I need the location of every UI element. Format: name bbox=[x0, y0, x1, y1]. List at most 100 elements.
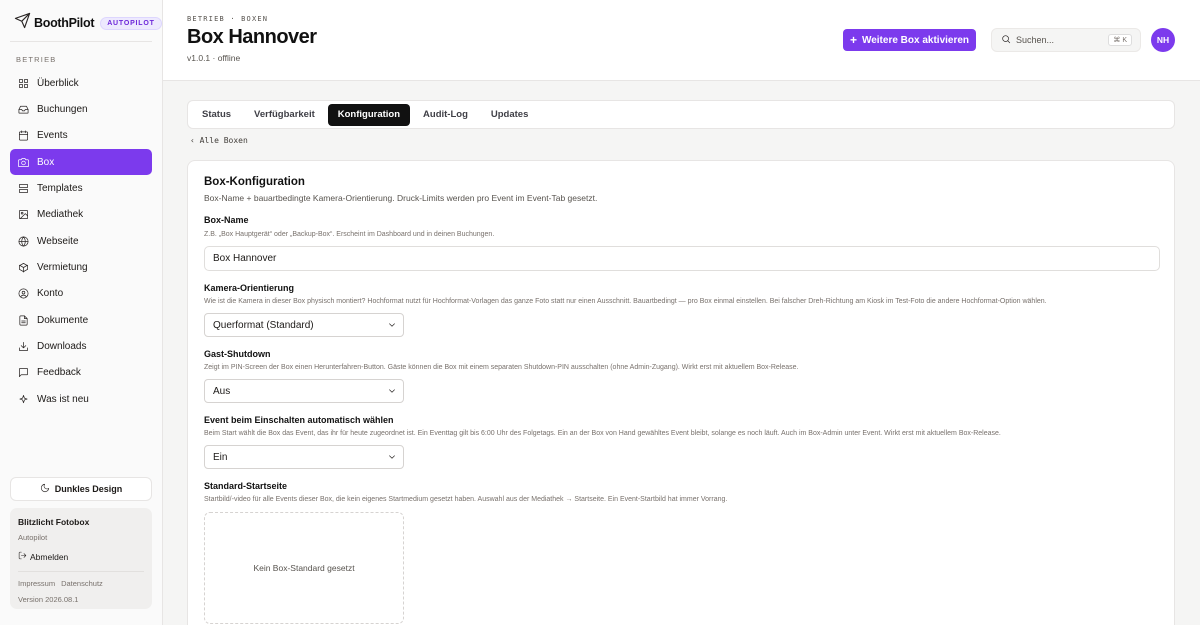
tab-updates[interactable]: Updates bbox=[481, 104, 538, 126]
box-config-card: Box-Konfiguration Box-Name + bauartbedin… bbox=[187, 160, 1175, 625]
logout-label: Abmelden bbox=[30, 551, 69, 562]
search-icon bbox=[1001, 31, 1016, 49]
sidebar-item-events[interactable]: Events bbox=[10, 123, 152, 149]
auto-event-label: Event beim Einschalten automatisch wähle… bbox=[204, 415, 394, 425]
orientation-help: Wie ist die Kamera in dieser Box physisc… bbox=[204, 298, 1047, 305]
card-title: Box-Konfiguration bbox=[204, 176, 305, 188]
start-page-help: Startbild/-video für alle Events dieser … bbox=[204, 496, 728, 503]
box-name-field[interactable] bbox=[204, 246, 1160, 271]
activate-box-label: Weitere Box aktivieren bbox=[861, 34, 970, 46]
sidebar-item-feedback[interactable]: Feedback bbox=[10, 360, 152, 386]
account-card: Blitzlicht Fotobox Autopilot Abmelden Im… bbox=[10, 508, 152, 609]
sidebar-section-label: BETRIEB bbox=[16, 55, 57, 64]
auto-event-select[interactable]: Ein bbox=[204, 445, 404, 469]
message-icon bbox=[18, 367, 29, 378]
shutdown-value: Aus bbox=[213, 385, 231, 397]
tab-audit-log[interactable]: Audit-Log bbox=[413, 104, 478, 126]
search-input[interactable] bbox=[1016, 35, 1106, 45]
brand-name: BoothPilot bbox=[34, 16, 95, 30]
orientation-select[interactable]: Querformat (Standard) bbox=[204, 313, 404, 337]
sidebar-item-label: Webseite bbox=[37, 235, 79, 247]
chevron-down-icon bbox=[387, 452, 397, 462]
moon-icon bbox=[40, 483, 55, 495]
version-label: Version 2026.08.1 bbox=[18, 595, 79, 604]
grid-icon bbox=[18, 78, 29, 89]
page-header: BETRIEB · BOXEN Box Hannover v1.0.1 · of… bbox=[163, 0, 1200, 81]
package-icon bbox=[18, 262, 29, 273]
sidebar-item-label: Events bbox=[37, 130, 68, 142]
page-title: Box Hannover bbox=[187, 26, 317, 48]
plan-badge: AUTOPILOT bbox=[100, 16, 162, 30]
dark-mode-label: Dunkles Design bbox=[54, 484, 123, 494]
user-circle-icon bbox=[18, 288, 29, 299]
inbox-icon bbox=[18, 104, 29, 115]
calendar-icon bbox=[18, 130, 29, 141]
sidebar-item-label: Buchungen bbox=[37, 103, 88, 115]
auto-event-help: Beim Start wählt die Box das Event, das … bbox=[204, 430, 1001, 437]
logout-icon bbox=[18, 551, 30, 562]
sidebar-item-downloads[interactable]: Downloads bbox=[10, 333, 152, 359]
sidebar-item-label: Templates bbox=[37, 182, 83, 194]
tab-status[interactable]: Status bbox=[192, 104, 241, 126]
card-description: Box-Name + bauartbedingte Kamera-Orienti… bbox=[204, 193, 598, 203]
logout-button[interactable]: Abmelden bbox=[18, 551, 144, 562]
auto-event-value: Ein bbox=[213, 451, 228, 463]
chevron-down-icon bbox=[387, 320, 397, 330]
sidebar: BoothPilot AUTOPILOT BETRIEB Überblick B… bbox=[0, 0, 163, 625]
sidebar-item-label: Box bbox=[37, 156, 55, 168]
tab-konfiguration[interactable]: Konfiguration bbox=[327, 103, 411, 126]
page-subtitle: v1.0.1 · offline bbox=[187, 53, 241, 63]
shutdown-label: Gast-Shutdown bbox=[204, 349, 271, 359]
sidebar-item-ueberblick[interactable]: Überblick bbox=[10, 70, 152, 96]
start-media-dropzone[interactable]: Kein Box-Standard gesetzt bbox=[204, 512, 404, 624]
chevron-down-icon bbox=[387, 386, 397, 396]
back-to-boxes-link[interactable]: ‹ Alle Boxen bbox=[190, 136, 248, 145]
file-icon bbox=[18, 315, 29, 326]
layout-icon bbox=[18, 183, 29, 194]
impressum-link[interactable]: Impressum bbox=[18, 579, 55, 588]
brand-logo[interactable]: BoothPilot AUTOPILOT bbox=[14, 12, 162, 32]
avatar[interactable]: NH bbox=[1151, 28, 1175, 52]
sidebar-item-label: Downloads bbox=[37, 340, 87, 352]
start-media-empty-text: Kein Box-Standard gesetzt bbox=[253, 563, 355, 573]
sidebar-nav: Überblick Buchungen Events Box Templates… bbox=[10, 70, 152, 412]
sidebar-item-vermietung[interactable]: Vermietung bbox=[10, 254, 152, 280]
globe-icon bbox=[18, 236, 29, 247]
sidebar-item-label: Konto bbox=[37, 288, 64, 300]
activate-box-button[interactable]: + Weitere Box aktivieren bbox=[843, 29, 976, 51]
camera-icon bbox=[18, 157, 29, 168]
breadcrumb: BETRIEB · BOXEN bbox=[187, 15, 269, 23]
sidebar-item-label: Überblick bbox=[37, 77, 79, 89]
sidebar-item-label: Dokumente bbox=[37, 314, 89, 326]
sidebar-item-label: Vermietung bbox=[37, 261, 88, 273]
image-icon bbox=[18, 209, 29, 220]
sidebar-item-was-ist-neu[interactable]: Was ist neu bbox=[10, 386, 152, 412]
account-plan: Autopilot bbox=[18, 533, 48, 542]
sidebar-item-label: Mediathek bbox=[37, 209, 84, 221]
sidebar-item-konto[interactable]: Konto bbox=[10, 281, 152, 307]
orientation-label: Kamera-Orientierung bbox=[204, 283, 295, 293]
orientation-value: Querformat (Standard) bbox=[213, 319, 314, 331]
sidebar-item-buchungen[interactable]: Buchungen bbox=[10, 96, 152, 122]
plus-icon: + bbox=[849, 33, 857, 47]
sidebar-item-dokumente[interactable]: Dokumente bbox=[10, 307, 152, 333]
sidebar-item-templates[interactable]: Templates bbox=[10, 175, 152, 201]
account-divider bbox=[18, 571, 144, 572]
shutdown-select[interactable]: Aus bbox=[204, 379, 404, 403]
shutdown-help: Zeigt im PIN-Screen der Box einen Herunt… bbox=[204, 364, 799, 371]
sidebar-item-webseite[interactable]: Webseite bbox=[10, 228, 152, 254]
dark-mode-toggle[interactable]: Dunkles Design bbox=[10, 477, 152, 501]
search-box[interactable]: ⌘ K bbox=[991, 28, 1141, 52]
datenschutz-link[interactable]: Datenschutz bbox=[61, 579, 103, 588]
sidebar-divider bbox=[10, 41, 152, 42]
sidebar-item-mediathek[interactable]: Mediathek bbox=[10, 202, 152, 228]
sidebar-item-box[interactable]: Box bbox=[10, 149, 152, 176]
start-page-label: Standard-Startseite bbox=[204, 481, 288, 491]
box-name-label: Box-Name bbox=[204, 215, 249, 225]
account-name: Blitzlicht Fotobox bbox=[18, 517, 90, 527]
sparkle-icon bbox=[18, 394, 29, 405]
sidebar-item-label: Feedback bbox=[37, 367, 81, 379]
tab-bar: Status Verfügbarkeit Konfiguration Audit… bbox=[187, 100, 1175, 129]
sidebar-item-label: Was ist neu bbox=[37, 393, 89, 405]
tab-verfuegbarkeit[interactable]: Verfügbarkeit bbox=[244, 104, 325, 126]
